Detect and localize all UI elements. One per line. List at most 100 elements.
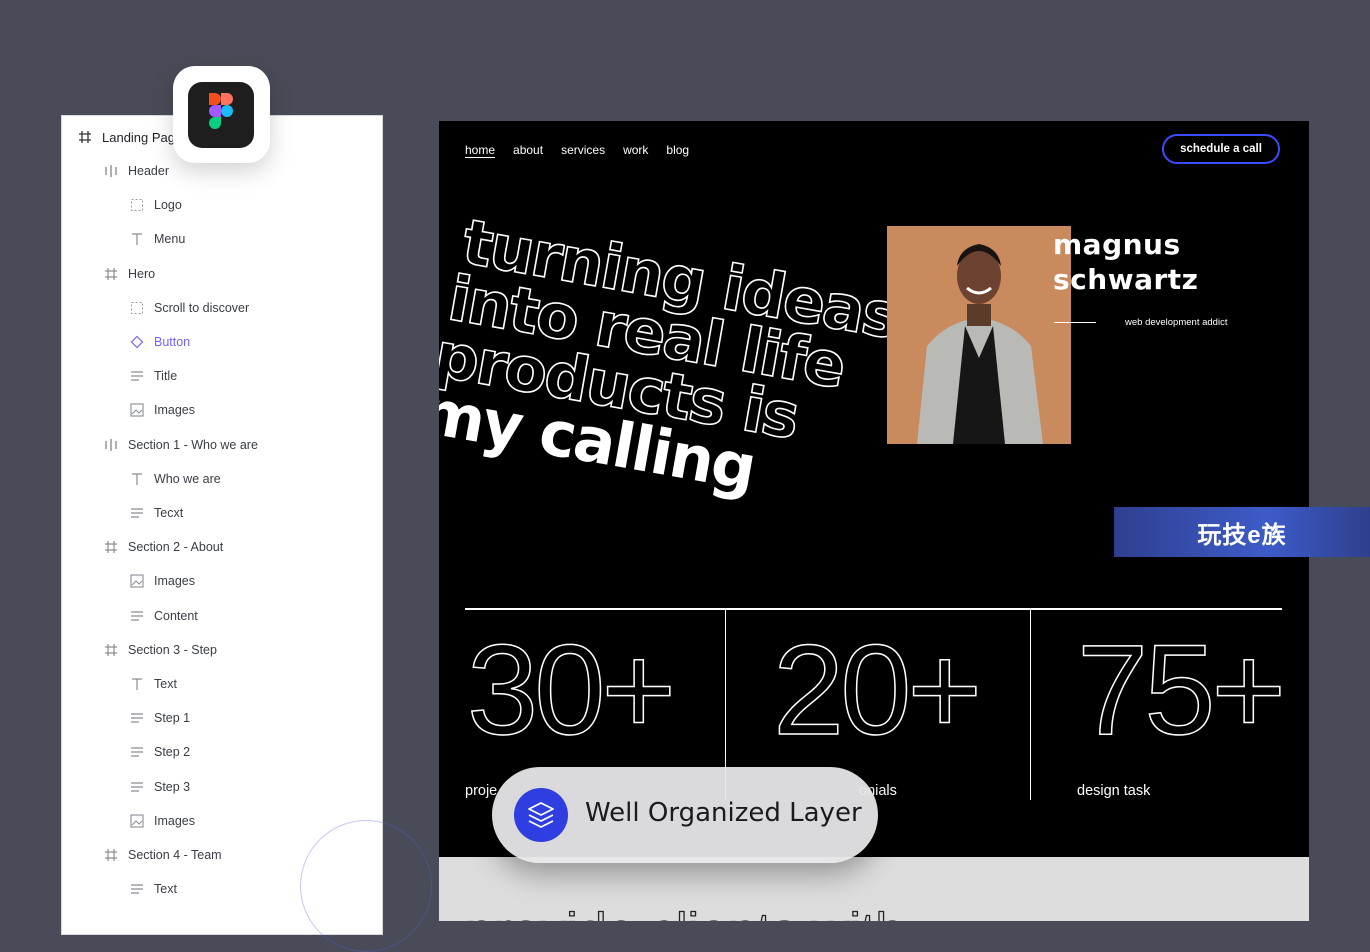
layer-item-label: Step 1 bbox=[154, 711, 191, 726]
layer-item-label: Header bbox=[128, 164, 169, 178]
layer-item[interactable]: Section 1 - Who we are bbox=[62, 435, 258, 455]
layer-item[interactable]: Content bbox=[62, 606, 198, 626]
paragraph-icon bbox=[130, 780, 144, 794]
decorative-ring bbox=[300, 820, 432, 952]
layer-item[interactable]: Section 4 - Team bbox=[62, 845, 222, 865]
figma-icon bbox=[188, 82, 254, 148]
stats-values: 30+ 20+ 75+ bbox=[466, 626, 1287, 756]
layer-item[interactable]: Step 2 bbox=[62, 742, 190, 762]
layer-item-label: Menu bbox=[154, 232, 186, 247]
frame-icon bbox=[78, 130, 92, 144]
next-section-title: provide clients with bbox=[465, 903, 904, 921]
layer-item-label: Who we are bbox=[154, 471, 221, 486]
name-divider bbox=[1054, 322, 1096, 323]
image-icon bbox=[130, 403, 144, 417]
layer-item[interactable]: Images bbox=[62, 400, 195, 420]
layers-panel: Landing Pag Header Logo Menu Hero Scroll to … bbox=[61, 115, 383, 935]
layer-item[interactable]: Images bbox=[62, 811, 195, 831]
person-first-name: magnus bbox=[1053, 228, 1181, 261]
frame-icon bbox=[104, 643, 118, 657]
layer-root[interactable]: Landing Pag bbox=[62, 127, 175, 147]
frame-icon bbox=[104, 848, 118, 862]
person-last-name: schwartz bbox=[1053, 263, 1199, 296]
layer-item[interactable]: Title bbox=[62, 366, 177, 386]
nav-about[interactable]: about bbox=[513, 143, 543, 157]
paragraph-icon bbox=[130, 506, 144, 520]
layer-item-label: Images bbox=[154, 403, 195, 418]
layer-item[interactable]: Step 1 bbox=[62, 708, 190, 728]
watermark: 玩技e族 bbox=[1114, 507, 1370, 557]
stats-divider bbox=[465, 608, 1282, 610]
layer-item-label: Content bbox=[154, 608, 198, 623]
nav-blog[interactable]: blog bbox=[666, 143, 689, 157]
layer-item-label: Section 4 - Team bbox=[128, 848, 222, 862]
layer-item[interactable]: Menu bbox=[62, 229, 185, 249]
layer-item[interactable]: Images bbox=[62, 571, 195, 591]
stat-value-3: 75+ bbox=[1077, 626, 1282, 756]
layer-item[interactable]: Header bbox=[62, 161, 169, 181]
layer-item[interactable]: Logo bbox=[62, 195, 182, 215]
layer-item-label: Text bbox=[154, 677, 177, 691]
nav-home[interactable]: home bbox=[465, 143, 495, 157]
layer-item[interactable]: Hero bbox=[62, 264, 155, 284]
dashed-frame-icon bbox=[130, 198, 144, 212]
layer-item-label: Scroll to discover bbox=[154, 300, 250, 315]
stat-value-2: 20+ bbox=[773, 626, 978, 756]
paragraph-icon bbox=[130, 711, 144, 725]
dashed-frame-icon bbox=[130, 301, 144, 315]
layer-item[interactable]: Text bbox=[62, 879, 177, 899]
layer-item-label: Button bbox=[154, 335, 191, 349]
layer-item[interactable]: Tecxt bbox=[62, 503, 183, 523]
layer-item-label: Step 2 bbox=[154, 745, 191, 760]
layer-item[interactable]: Section 3 - Step bbox=[62, 640, 217, 660]
layer-item-label: Images bbox=[154, 574, 195, 589]
schedule-call-button[interactable]: schedule a call bbox=[1162, 134, 1280, 164]
component-icon bbox=[130, 335, 144, 349]
layer-item-label: Logo bbox=[154, 198, 182, 213]
layer-item-label: Tecxt bbox=[154, 506, 184, 520]
vertical-autolayout-icon bbox=[104, 438, 118, 452]
layer-item-label: Images bbox=[154, 813, 195, 828]
frame-icon bbox=[104, 267, 118, 281]
hero-title: turning ideas into real life products is… bbox=[439, 204, 904, 505]
paragraph-icon bbox=[130, 745, 144, 759]
nav-work[interactable]: work bbox=[623, 143, 648, 157]
text-icon bbox=[130, 472, 144, 486]
layer-item-label: Section 2 - About bbox=[128, 540, 224, 555]
image-icon bbox=[130, 814, 144, 828]
stat-value-1: 30+ bbox=[467, 626, 672, 756]
layer-item[interactable]: Text bbox=[62, 674, 177, 694]
stat-label-3: design task bbox=[1077, 783, 1151, 799]
layer-item-label: Text bbox=[154, 882, 177, 897]
next-section: provide clients with bbox=[439, 857, 1309, 921]
layer-item[interactable]: Step 3 bbox=[62, 777, 190, 797]
layers-icon bbox=[514, 788, 568, 842]
layer-item-label: Title bbox=[154, 369, 178, 384]
image-icon bbox=[130, 574, 144, 588]
layer-item[interactable]: Button bbox=[62, 332, 190, 352]
layer-item-label: Step 3 bbox=[154, 779, 191, 794]
site-nav: home about services work blog bbox=[465, 143, 689, 157]
layer-item[interactable]: Section 2 - About bbox=[62, 537, 223, 557]
paragraph-icon bbox=[130, 369, 144, 383]
layer-item-label: Section 1 - Who we are bbox=[128, 437, 258, 452]
frame-icon bbox=[104, 540, 118, 554]
figma-app-badge bbox=[173, 66, 270, 163]
stat-label-1: proje bbox=[465, 783, 498, 799]
layer-root-label: Landing Pag bbox=[102, 129, 176, 145]
layer-item-label: Section 3 - Step bbox=[128, 642, 217, 657]
text-icon bbox=[130, 232, 144, 246]
paragraph-icon bbox=[130, 609, 144, 623]
vertical-autolayout-icon bbox=[104, 164, 118, 178]
paragraph-icon bbox=[130, 882, 144, 896]
layer-item[interactable]: Who we are bbox=[62, 469, 221, 489]
text-icon bbox=[130, 677, 144, 691]
nav-services[interactable]: services bbox=[561, 143, 605, 157]
person-tagline: web development addict bbox=[1125, 317, 1228, 328]
portrait-image bbox=[887, 226, 1071, 444]
person-name: magnus schwartz bbox=[1053, 227, 1198, 297]
layer-item-label: Hero bbox=[128, 266, 156, 281]
feature-pill: Well Organized Layer bbox=[492, 767, 878, 863]
layer-item[interactable]: Scroll to discover bbox=[62, 298, 249, 318]
pill-label: Well Organized Layer bbox=[585, 798, 862, 828]
